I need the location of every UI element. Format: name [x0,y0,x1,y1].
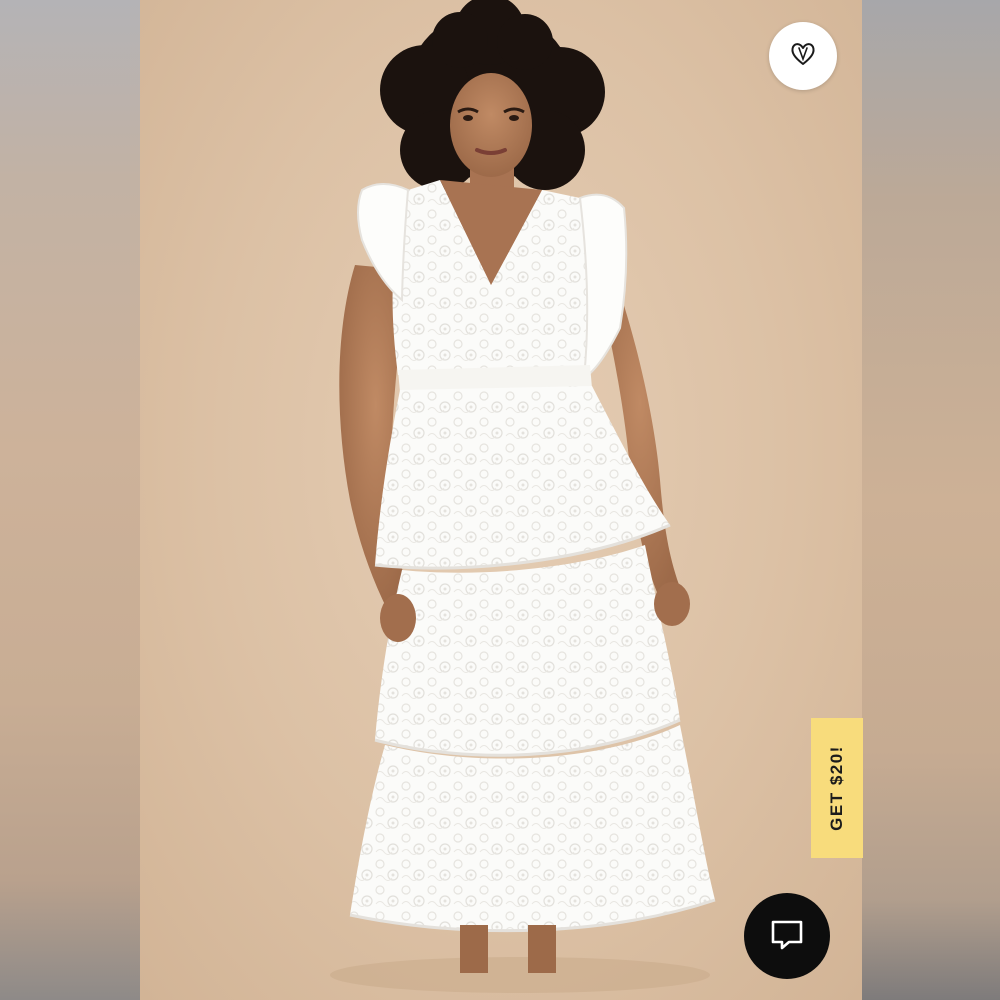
blurred-backdrop-left [0,0,140,1000]
product-image-viewer: GET $20! [0,0,1000,1000]
blurred-backdrop-right [860,0,1000,1000]
promo-label: GET $20! [827,745,847,831]
heart-icon [788,39,818,74]
add-to-wishlist-button[interactable] [769,22,837,90]
model-wearing-white-lace-dress [330,0,716,993]
promo-tab[interactable]: GET $20! [811,718,863,858]
product-photo[interactable] [140,0,862,1000]
chat-button[interactable] [744,893,830,979]
chat-bubble-icon [767,914,807,959]
